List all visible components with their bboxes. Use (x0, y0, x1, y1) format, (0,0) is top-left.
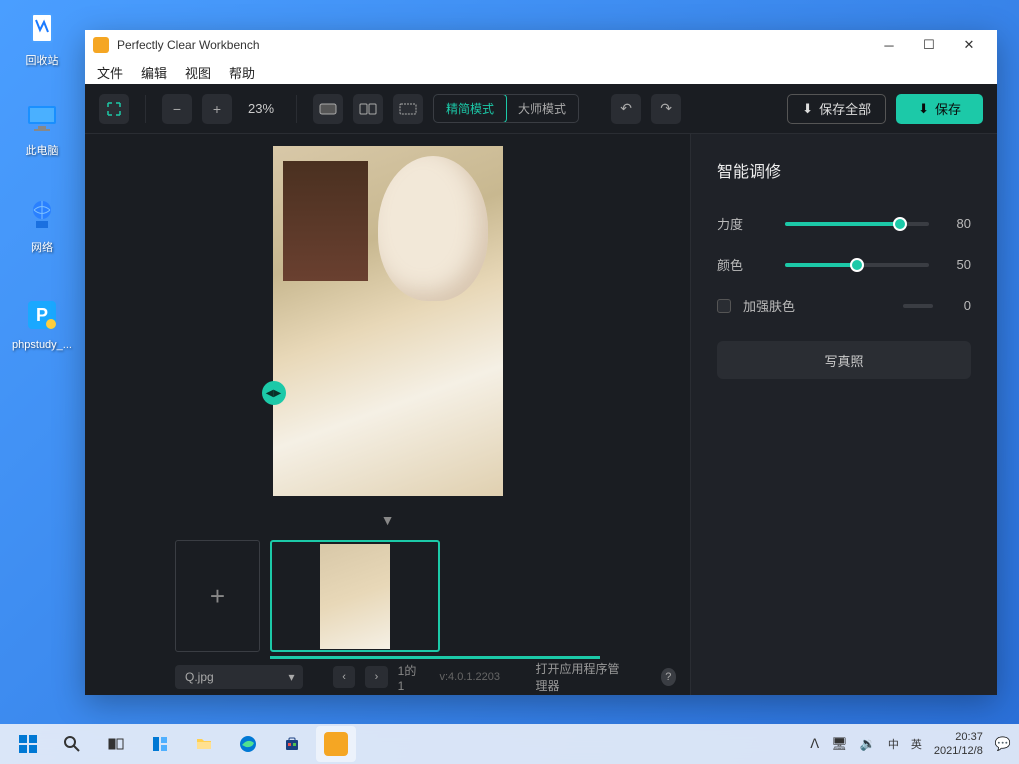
svg-text:P: P (36, 305, 48, 325)
this-pc-icon[interactable]: 此电脑 (10, 98, 74, 158)
minimize-button[interactable]: ─ (869, 30, 909, 60)
menubar: 文件 编辑 视图 帮助 (85, 60, 997, 84)
color-slider[interactable] (785, 263, 929, 267)
explorer-icon[interactable] (184, 726, 224, 762)
redo-button[interactable]: ↷ (651, 94, 681, 124)
skin-enhance-row: 加强肤色 0 (717, 296, 971, 315)
toolbar: − + 23% 精简模式 大师模式 ↶ ↷ ⬇保存全部 ⬇保存 (85, 84, 997, 134)
close-button[interactable]: ✕ (949, 30, 989, 60)
recycle-bin-icon[interactable]: 回收站 (10, 8, 74, 68)
skin-enhance-label: 加强肤色 (743, 296, 891, 315)
maximize-button[interactable]: ☐ (909, 30, 949, 60)
file-select[interactable]: Q.jpg (175, 665, 303, 689)
volume-tray-icon[interactable]: 🔉 (860, 736, 876, 752)
strength-label: 力度 (717, 214, 769, 233)
widgets-icon[interactable] (140, 726, 180, 762)
strength-slider[interactable] (785, 222, 929, 226)
view-split-icon[interactable] (353, 94, 383, 124)
menu-file[interactable]: 文件 (97, 63, 123, 82)
menu-edit[interactable]: 编辑 (141, 63, 167, 82)
save-button[interactable]: ⬇保存 (896, 94, 983, 124)
skin-enhance-checkbox[interactable] (717, 299, 731, 313)
canvas-area: ◀▶ ▼ + Q.jpg ‹ › 1的1 v:4.0.1.2203 (85, 134, 690, 695)
crop-icon[interactable] (99, 94, 129, 124)
undo-button[interactable]: ↶ (611, 94, 641, 124)
menu-view[interactable]: 视图 (185, 63, 211, 82)
preset-button[interactable]: 写真照 (717, 341, 971, 379)
side-panel: 智能调修 力度 80 颜色 50 (690, 134, 997, 695)
thumbnail-item[interactable] (270, 540, 440, 652)
app-window: Perfectly Clear Workbench ─ ☐ ✕ 文件 编辑 视图… (85, 30, 997, 695)
zoom-percent: 23% (248, 101, 274, 116)
mode-simple-button[interactable]: 精简模式 (433, 94, 507, 123)
search-icon[interactable] (52, 726, 92, 762)
app-taskbar-icon[interactable] (316, 726, 356, 762)
help-icon[interactable]: ? (661, 668, 676, 686)
save-all-button[interactable]: ⬇保存全部 (787, 94, 886, 124)
phpstudy-icon[interactable]: P phpstudy_... (10, 295, 74, 351)
menu-help[interactable]: 帮助 (229, 63, 255, 82)
app-manager-link[interactable]: 打开应用程序管理器 (536, 660, 629, 694)
ime-language[interactable]: 英 (911, 736, 922, 752)
start-button[interactable] (8, 726, 48, 762)
skin-value: 0 (945, 298, 971, 313)
collapse-arrow-icon[interactable]: ▼ (85, 508, 690, 536)
version-label: v:4.0.1.2203 (439, 671, 500, 683)
titlebar[interactable]: Perfectly Clear Workbench ─ ☐ ✕ (85, 30, 997, 60)
store-icon[interactable] (272, 726, 312, 762)
page-indicator: 1的1 (398, 662, 420, 693)
notifications-icon[interactable]: 💬 (995, 736, 1011, 752)
ime-country[interactable]: 中 (888, 736, 899, 752)
taskbar: ᐱ 🖥 🔉 中 英 20:37 2021/12/8 💬 (0, 724, 1019, 764)
app-icon (93, 37, 109, 53)
compare-handle[interactable]: ◀▶ (262, 381, 286, 405)
task-view-icon[interactable] (96, 726, 136, 762)
zoom-out-button[interactable]: − (162, 94, 192, 124)
image-view[interactable]: ◀▶ (85, 134, 690, 508)
skin-mini-slider[interactable] (903, 304, 933, 308)
strength-slider-row: 力度 80 (717, 214, 971, 233)
thumbnail-strip: + (85, 536, 690, 656)
color-value: 50 (945, 257, 971, 272)
mode-toggle: 精简模式 大师模式 (433, 94, 579, 123)
chevron-up-icon[interactable]: ᐱ (810, 736, 819, 752)
download-icon: ⬇ (802, 101, 813, 117)
status-bar: Q.jpg ‹ › 1的1 v:4.0.1.2203 打开应用程序管理器 ? (85, 659, 690, 695)
clock[interactable]: 20:37 2021/12/8 (934, 730, 983, 759)
color-slider-row: 颜色 50 (717, 255, 971, 274)
mode-master-button[interactable]: 大师模式 (506, 95, 578, 122)
edge-icon[interactable] (228, 726, 268, 762)
window-title: Perfectly Clear Workbench (117, 38, 869, 52)
view-single-icon[interactable] (313, 94, 343, 124)
color-label: 颜色 (717, 255, 769, 274)
zoom-in-button[interactable]: + (202, 94, 232, 124)
panel-title: 智能调修 (717, 158, 971, 182)
network-icon[interactable]: 网络 (10, 195, 74, 255)
next-button[interactable]: › (365, 666, 387, 688)
download-icon: ⬇ (918, 101, 929, 117)
network-tray-icon[interactable]: 🖥 (831, 736, 848, 752)
strength-value: 80 (945, 216, 971, 231)
add-image-button[interactable]: + (175, 540, 260, 652)
prev-button[interactable]: ‹ (333, 666, 355, 688)
photo-preview (273, 146, 503, 496)
view-overlay-icon[interactable] (393, 94, 423, 124)
